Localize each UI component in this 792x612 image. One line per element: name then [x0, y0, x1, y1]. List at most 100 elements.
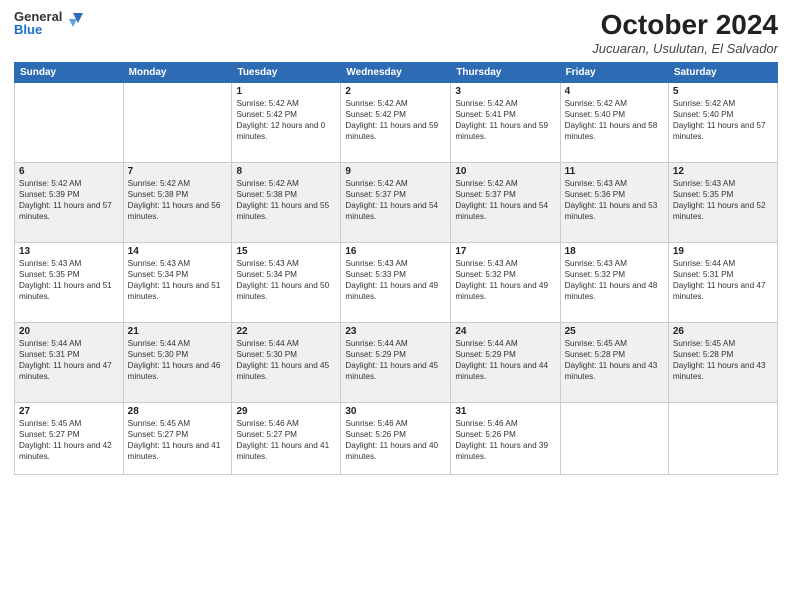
- day-number: 15: [236, 246, 336, 257]
- sunrise-text: Sunrise: 5:45 AM: [565, 338, 664, 349]
- sunset-text: Sunset: 5:27 PM: [236, 429, 336, 440]
- daylight-text: Daylight: 11 hours and 39 minutes.: [455, 440, 555, 462]
- sunrise-text: Sunrise: 5:42 AM: [345, 178, 446, 189]
- day-number: 8: [236, 166, 336, 177]
- daylight-text: Daylight: 11 hours and 47 minutes.: [19, 360, 119, 382]
- day-info: Sunrise: 5:44 AMSunset: 5:31 PMDaylight:…: [19, 338, 119, 382]
- sunset-text: Sunset: 5:32 PM: [455, 269, 555, 280]
- day-number: 23: [345, 326, 446, 337]
- sunrise-text: Sunrise: 5:42 AM: [455, 98, 555, 109]
- col-header-tuesday: Tuesday: [232, 62, 341, 82]
- calendar-week-row: 1Sunrise: 5:42 AMSunset: 5:42 PMDaylight…: [15, 82, 778, 162]
- sunset-text: Sunset: 5:38 PM: [128, 189, 228, 200]
- calendar-cell: 9Sunrise: 5:42 AMSunset: 5:37 PMDaylight…: [341, 162, 451, 242]
- daylight-text: Daylight: 11 hours and 54 minutes.: [455, 200, 555, 222]
- day-info: Sunrise: 5:44 AMSunset: 5:30 PMDaylight:…: [236, 338, 336, 382]
- sunset-text: Sunset: 5:36 PM: [565, 189, 664, 200]
- day-number: 29: [236, 406, 336, 417]
- day-info: Sunrise: 5:42 AMSunset: 5:42 PMDaylight:…: [345, 98, 446, 142]
- calendar-cell: 30Sunrise: 5:46 AMSunset: 5:26 PMDayligh…: [341, 402, 451, 474]
- sunrise-text: Sunrise: 5:42 AM: [673, 98, 773, 109]
- sunrise-text: Sunrise: 5:42 AM: [455, 178, 555, 189]
- sunset-text: Sunset: 5:42 PM: [236, 109, 336, 120]
- sunrise-text: Sunrise: 5:42 AM: [236, 178, 336, 189]
- day-info: Sunrise: 5:43 AMSunset: 5:35 PMDaylight:…: [673, 178, 773, 222]
- calendar-cell: 24Sunrise: 5:44 AMSunset: 5:29 PMDayligh…: [451, 322, 560, 402]
- calendar-cell: 29Sunrise: 5:46 AMSunset: 5:27 PMDayligh…: [232, 402, 341, 474]
- day-info: Sunrise: 5:42 AMSunset: 5:41 PMDaylight:…: [455, 98, 555, 142]
- day-number: 21: [128, 326, 228, 337]
- calendar-cell: 20Sunrise: 5:44 AMSunset: 5:31 PMDayligh…: [15, 322, 124, 402]
- day-info: Sunrise: 5:45 AMSunset: 5:27 PMDaylight:…: [128, 418, 228, 462]
- day-info: Sunrise: 5:43 AMSunset: 5:33 PMDaylight:…: [345, 258, 446, 302]
- daylight-text: Daylight: 11 hours and 57 minutes.: [673, 120, 773, 142]
- daylight-text: Daylight: 11 hours and 50 minutes.: [236, 280, 336, 302]
- sunrise-text: Sunrise: 5:43 AM: [345, 258, 446, 269]
- calendar-cell: 12Sunrise: 5:43 AMSunset: 5:35 PMDayligh…: [668, 162, 777, 242]
- day-info: Sunrise: 5:45 AMSunset: 5:28 PMDaylight:…: [673, 338, 773, 382]
- calendar-cell: 3Sunrise: 5:42 AMSunset: 5:41 PMDaylight…: [451, 82, 560, 162]
- sunrise-text: Sunrise: 5:42 AM: [128, 178, 228, 189]
- calendar-week-row: 20Sunrise: 5:44 AMSunset: 5:31 PMDayligh…: [15, 322, 778, 402]
- day-number: 16: [345, 246, 446, 257]
- sunset-text: Sunset: 5:29 PM: [455, 349, 555, 360]
- daylight-text: Daylight: 11 hours and 51 minutes.: [19, 280, 119, 302]
- day-info: Sunrise: 5:45 AMSunset: 5:27 PMDaylight:…: [19, 418, 119, 462]
- day-info: Sunrise: 5:42 AMSunset: 5:38 PMDaylight:…: [236, 178, 336, 222]
- day-number: 20: [19, 326, 119, 337]
- day-info: Sunrise: 5:44 AMSunset: 5:29 PMDaylight:…: [455, 338, 555, 382]
- daylight-text: Daylight: 11 hours and 57 minutes.: [19, 200, 119, 222]
- sunrise-text: Sunrise: 5:44 AM: [236, 338, 336, 349]
- calendar-cell: 23Sunrise: 5:44 AMSunset: 5:29 PMDayligh…: [341, 322, 451, 402]
- day-number: 10: [455, 166, 555, 177]
- sunrise-text: Sunrise: 5:43 AM: [19, 258, 119, 269]
- day-info: Sunrise: 5:42 AMSunset: 5:40 PMDaylight:…: [565, 98, 664, 142]
- sunset-text: Sunset: 5:29 PM: [345, 349, 446, 360]
- calendar-week-row: 6Sunrise: 5:42 AMSunset: 5:39 PMDaylight…: [15, 162, 778, 242]
- daylight-text: Daylight: 12 hours and 0 minutes.: [236, 120, 336, 142]
- sunset-text: Sunset: 5:35 PM: [673, 189, 773, 200]
- day-info: Sunrise: 5:43 AMSunset: 5:35 PMDaylight:…: [19, 258, 119, 302]
- sunrise-text: Sunrise: 5:43 AM: [236, 258, 336, 269]
- calendar-cell: 13Sunrise: 5:43 AMSunset: 5:35 PMDayligh…: [15, 242, 124, 322]
- calendar-cell: [15, 82, 124, 162]
- daylight-text: Daylight: 11 hours and 58 minutes.: [565, 120, 664, 142]
- sunset-text: Sunset: 5:28 PM: [673, 349, 773, 360]
- calendar-cell: [123, 82, 232, 162]
- day-number: 26: [673, 326, 773, 337]
- day-number: 6: [19, 166, 119, 177]
- sunrise-text: Sunrise: 5:42 AM: [565, 98, 664, 109]
- calendar-cell: 11Sunrise: 5:43 AMSunset: 5:36 PMDayligh…: [560, 162, 668, 242]
- sunset-text: Sunset: 5:34 PM: [236, 269, 336, 280]
- header: General Blue October 2024 Jucuaran, Usul…: [14, 10, 778, 56]
- day-info: Sunrise: 5:42 AMSunset: 5:38 PMDaylight:…: [128, 178, 228, 222]
- sunset-text: Sunset: 5:35 PM: [19, 269, 119, 280]
- month-title: October 2024: [592, 10, 778, 41]
- daylight-text: Daylight: 11 hours and 56 minutes.: [128, 200, 228, 222]
- day-number: 27: [19, 406, 119, 417]
- daylight-text: Daylight: 11 hours and 49 minutes.: [455, 280, 555, 302]
- sunrise-text: Sunrise: 5:42 AM: [19, 178, 119, 189]
- calendar-week-row: 27Sunrise: 5:45 AMSunset: 5:27 PMDayligh…: [15, 402, 778, 474]
- daylight-text: Daylight: 11 hours and 43 minutes.: [673, 360, 773, 382]
- day-number: 13: [19, 246, 119, 257]
- sunrise-text: Sunrise: 5:45 AM: [128, 418, 228, 429]
- day-number: 30: [345, 406, 446, 417]
- logo: General Blue: [14, 10, 87, 36]
- daylight-text: Daylight: 11 hours and 54 minutes.: [345, 200, 446, 222]
- day-info: Sunrise: 5:45 AMSunset: 5:28 PMDaylight:…: [565, 338, 664, 382]
- daylight-text: Daylight: 11 hours and 48 minutes.: [565, 280, 664, 302]
- location: Jucuaran, Usulutan, El Salvador: [592, 41, 778, 56]
- sunrise-text: Sunrise: 5:44 AM: [673, 258, 773, 269]
- calendar-cell: 10Sunrise: 5:42 AMSunset: 5:37 PMDayligh…: [451, 162, 560, 242]
- day-number: 31: [455, 406, 555, 417]
- sunset-text: Sunset: 5:39 PM: [19, 189, 119, 200]
- calendar-cell: 18Sunrise: 5:43 AMSunset: 5:32 PMDayligh…: [560, 242, 668, 322]
- sunset-text: Sunset: 5:34 PM: [128, 269, 228, 280]
- col-header-monday: Monday: [123, 62, 232, 82]
- sunrise-text: Sunrise: 5:43 AM: [565, 178, 664, 189]
- sunset-text: Sunset: 5:30 PM: [128, 349, 228, 360]
- day-info: Sunrise: 5:42 AMSunset: 5:40 PMDaylight:…: [673, 98, 773, 142]
- day-number: 28: [128, 406, 228, 417]
- calendar-cell: 5Sunrise: 5:42 AMSunset: 5:40 PMDaylight…: [668, 82, 777, 162]
